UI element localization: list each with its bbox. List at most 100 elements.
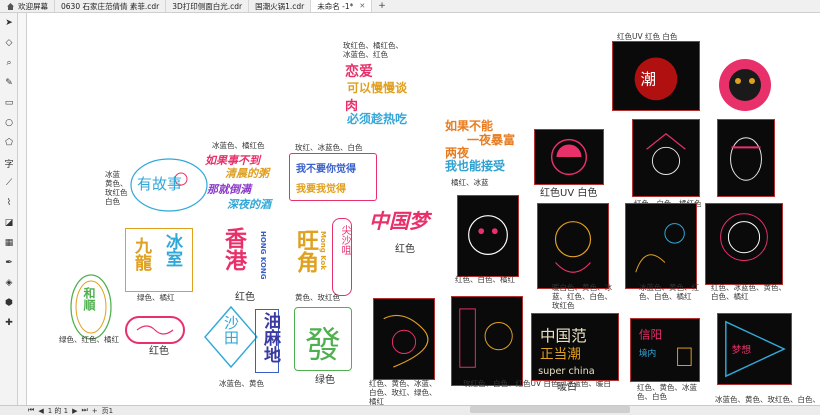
- color-note: 玫红色: [105, 188, 128, 197]
- color-note: 冰蓝色、红色: [343, 50, 388, 59]
- board-dragon[interactable]: [373, 298, 435, 380]
- board-lion-mask[interactable]: [710, 51, 780, 119]
- neon-story-sign[interactable]: 有故事: [127, 155, 211, 215]
- color-note: 绿色: [315, 375, 335, 386]
- neon-text[interactable]: HONG KONG: [259, 231, 267, 280]
- color-note: 红色: [235, 292, 255, 303]
- tab-doc-2[interactable]: 3D打印侧面白光.cdr: [166, 0, 250, 12]
- outline-pen-icon[interactable]: ✚: [3, 317, 15, 329]
- board-girl-bubble[interactable]: [625, 203, 697, 289]
- page-navigator: ⏮ ◀ 1 的 1 ▶ ⏭ + 页1: [0, 405, 820, 415]
- neon-heshun-sign[interactable]: 和順: [67, 271, 115, 343]
- board-meishi[interactable]: [451, 296, 523, 386]
- last-page-icon[interactable]: ⏭: [81, 406, 87, 415]
- horizontal-scrollbar[interactable]: [470, 406, 630, 413]
- svg-text:潮: 潮: [640, 71, 656, 89]
- neon-youmadi-sign[interactable]: 油麻地: [255, 309, 280, 373]
- smart-fill-icon[interactable]: ⬢: [3, 297, 15, 309]
- board-opera-mask[interactable]: [717, 119, 775, 197]
- svg-text:信阳: 信阳: [639, 327, 662, 341]
- svg-text:境内: 境内: [639, 347, 656, 359]
- color-note: 红色UV 红色 白色: [617, 32, 678, 41]
- svg-text:梦想: 梦想: [732, 343, 752, 356]
- color-note: 红色、黄色、冰蓝色、白色: [637, 383, 697, 401]
- first-page-icon[interactable]: ⏮: [28, 406, 34, 415]
- neon-fa-sign[interactable]: 發: [294, 307, 352, 371]
- board-dream-triangle[interactable]: 梦想: [717, 313, 792, 385]
- neon-text[interactable]: Mong Kok: [319, 231, 327, 270]
- tab-label: 国潮火锅1.cdr: [255, 1, 305, 11]
- color-note: 红色UV 白色: [540, 188, 598, 199]
- text-tool-icon[interactable]: 字: [3, 157, 15, 170]
- neon-text[interactable]: 一夜暴富: [467, 131, 515, 148]
- tab-doc-3[interactable]: 国潮火锅1.cdr: [249, 0, 312, 12]
- home-icon: [6, 2, 15, 11]
- color-note: 冰蓝色、黄色: [219, 379, 264, 388]
- neon-text[interactable]: 可以慢慢谈: [347, 79, 407, 96]
- shape-tool-icon[interactable]: ◇: [3, 37, 15, 49]
- transparency-tool-icon[interactable]: ▦: [3, 237, 15, 249]
- interactive-fill-icon[interactable]: ◈: [3, 277, 15, 289]
- drawing-canvas[interactable]: 玫红色、橘红色、 冰蓝色、红色 恋爱 可以慢慢谈 肉 必须趁热吃 如果不能 一夜…: [27, 13, 820, 405]
- color-note: 冰蓝色、黄色、玫红色、白色、红色: [715, 395, 820, 404]
- neon-text: 我不要你觉得: [296, 164, 356, 175]
- board-superchina[interactable]: 中国范 正当潮 super china: [531, 313, 619, 381]
- neon-text[interactable]: 那就倒满: [207, 181, 251, 197]
- neon-text: 我要我觉得: [296, 184, 346, 195]
- neon-jianshazui-sign[interactable]: 尖沙咀: [332, 218, 352, 296]
- color-note: 暖白色、黄色、冰蓝、红色、白色、玫红色: [552, 283, 612, 310]
- neon-text: 九龍: [131, 237, 151, 271]
- board-guochao[interactable]: 潮: [612, 41, 700, 111]
- neon-text[interactable]: 深夜的酒: [227, 196, 271, 212]
- parallel-dimension-icon[interactable]: ⟋: [3, 177, 15, 189]
- drop-shadow-icon[interactable]: ◪: [3, 217, 15, 229]
- neon-text[interactable]: 清晨的粥: [225, 165, 269, 181]
- neon-text[interactable]: 旺角: [289, 229, 321, 273]
- neon-text[interactable]: 中国梦: [369, 205, 429, 234]
- color-note: 黄色、: [105, 179, 128, 188]
- neon-text[interactable]: 我也能接受: [445, 157, 505, 174]
- rectangle-tool-icon[interactable]: ▭: [3, 97, 15, 109]
- board-xinyang[interactable]: 信阳 境内: [630, 318, 700, 382]
- eyedropper-icon[interactable]: ✒: [3, 257, 15, 269]
- tab-welcome[interactable]: 欢迎屏幕: [0, 0, 55, 12]
- close-icon[interactable]: ✕: [359, 2, 365, 10]
- ellipse-tool-icon[interactable]: ○: [3, 117, 15, 129]
- board-opera[interactable]: [537, 203, 609, 289]
- neon-text[interactable]: 恋爱: [345, 61, 373, 81]
- neon-jiulong-sign[interactable]: 九龍 冰室: [125, 228, 193, 292]
- neon-speech-bubble[interactable]: 我不要你觉得 我要我觉得: [289, 153, 377, 201]
- pick-tool-icon[interactable]: ➤: [3, 17, 15, 29]
- board-fan-lady[interactable]: [632, 119, 700, 197]
- neon-text[interactable]: 必须趁热吃: [347, 110, 407, 127]
- color-note: 冰蓝色、橘红色: [212, 141, 265, 150]
- add-page-icon[interactable]: +: [92, 407, 98, 415]
- document-tab-bar: 欢迎屏幕 0630 石家庄范倩倩 素菲.cdr 3D打印侧面白光.cdr 国潮火…: [0, 0, 820, 13]
- color-note: 红色、黄色、冰蓝、白色、玫红、绿色、橘红: [369, 379, 437, 405]
- tab-doc-1[interactable]: 0630 石家庄范倩倩 素菲.cdr: [55, 0, 167, 12]
- neon-text[interactable]: 香港: [217, 227, 249, 271]
- board-zhongguo[interactable]: [534, 129, 604, 185]
- color-note: 红色: [395, 244, 415, 255]
- svg-text:正当潮: 正当潮: [540, 347, 581, 363]
- board-opera-girl[interactable]: [705, 203, 783, 285]
- add-tab-button[interactable]: +: [372, 0, 392, 12]
- color-note: 红色、白色、橘红: [455, 275, 515, 284]
- neon-text: 有故事: [137, 175, 183, 193]
- board-lion-dance[interactable]: [457, 195, 519, 277]
- page-count: 1 的 1: [47, 406, 69, 415]
- prev-page-icon[interactable]: ◀: [38, 407, 43, 415]
- color-note: 绿色、红色、橘红: [59, 335, 119, 344]
- neon-shatian-sign[interactable]: 沙田: [203, 305, 259, 369]
- color-note: 黄色、玫红色: [295, 293, 340, 302]
- next-page-icon[interactable]: ▶: [72, 407, 77, 415]
- color-note: 红色、冰蓝色、黄色、白色、橘红: [711, 283, 786, 301]
- tab-label: 0630 石家庄范倩倩 素菲.cdr: [61, 1, 160, 11]
- tab-doc-active[interactable]: 未命名 -1* ✕: [311, 0, 373, 12]
- freehand-tool-icon[interactable]: ✎: [3, 77, 15, 89]
- connector-tool-icon[interactable]: ⌇: [3, 197, 15, 209]
- page-tab[interactable]: 页1: [102, 406, 113, 415]
- polygon-tool-icon[interactable]: ⬠: [3, 137, 15, 149]
- neon-oval-sign[interactable]: [125, 316, 185, 344]
- zoom-tool-icon[interactable]: ⌕: [3, 57, 15, 69]
